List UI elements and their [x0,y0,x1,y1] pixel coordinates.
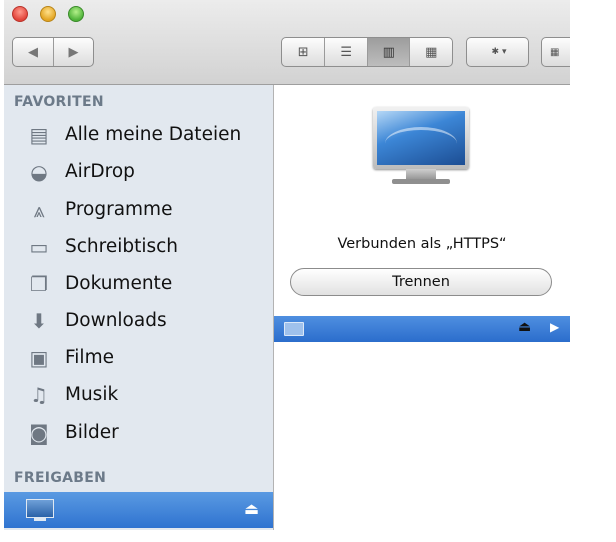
zoom-button[interactable] [68,6,84,22]
shared-folder-icon [284,322,304,336]
chevron-down-icon: ▾ [502,47,507,57]
sidebar-item-pictures[interactable]: ◙ Bilder [4,414,273,451]
server-icon [26,499,54,518]
close-button[interactable] [12,6,28,22]
movies-icon: ▣ [29,345,49,370]
action-menu-inner: ✱ ▾ [467,38,528,66]
list-view-button[interactable]: ☰ [324,38,367,66]
eject-icon[interactable]: ⏏ [518,319,531,335]
coverflow-view-icon: ▦ [425,44,438,60]
sidebar-item-airdrop[interactable]: ◒ AirDrop [4,153,273,190]
toolbar: ◀ ▶ ⊞ ☰ ▥ ▦ ✱ ▾ ▦ [4,0,570,85]
column-view-icon: ▥ [382,44,395,60]
monitor-screen [377,111,465,165]
disclosure-arrow-icon: ▶ [550,320,560,334]
pictures-icon: ◙ [29,420,49,445]
disconnect-button[interactable]: Trennen [290,268,552,296]
list-view-icon: ☰ [340,44,353,60]
arrange-button[interactable]: ▦ [541,37,570,67]
arrange-inner: ▦ [542,38,570,66]
all-files-icon: ▤ [29,122,49,147]
sidebar-item-label: Schreibtisch [65,236,179,257]
sidebar-item-desktop[interactable]: ▭ Schreibtisch [4,228,273,265]
sidebar-item-label: Dokumente [65,273,173,294]
monitor-base [392,179,450,184]
music-icon: ♫ [30,382,48,407]
desktop-icon: ▭ [29,234,49,259]
chevron-right-icon: ▶ [68,44,79,60]
selected-share-row[interactable]: ⏏ ▶ [274,316,570,342]
monitor-wallpaper [385,127,457,160]
sidebar-item-label: Downloads [65,310,167,331]
sidebar-item-label: Musik [65,384,119,405]
view-mode-group: ⊞ ☰ ▥ ▦ [281,37,453,67]
sidebar-item-label: Filme [65,347,114,368]
gear-icon: ✱ [491,47,499,57]
back-forward-group: ◀ ▶ [12,37,94,67]
shared-section-title: FREIGABEN [14,470,107,486]
sidebar-item-applications[interactable]: ⩓ Programme [4,191,273,228]
back-button[interactable]: ◀ [13,38,53,66]
column-pane: Verbunden als „HTTPS“ Trennen ⏏ ▶ [274,85,570,530]
column-view-button[interactable]: ▥ [366,38,410,66]
applications-icon: ⩓ [33,197,45,222]
arrange-icon: ▦ [550,46,560,58]
documents-icon: ❐ [30,271,48,296]
favorites-section-title: FAVORITEN [14,94,104,110]
sidebar-item-label: Programme [65,199,173,220]
sidebar-item-label: Alle meine Dateien [65,124,242,145]
icon-view-button[interactable]: ⊞ [282,38,324,66]
sidebar-item-movies[interactable]: ▣ Filme [4,339,273,376]
sidebar-item-label: Bilder [65,422,119,443]
chevron-left-icon: ◀ [28,44,38,60]
server-icon-stand [34,518,46,521]
monitor-icon [373,107,469,169]
sidebar-item-all-files[interactable]: ▤ Alle meine Dateien [4,116,273,153]
coverflow-view-button[interactable]: ▦ [409,38,452,66]
forward-button[interactable]: ▶ [53,38,93,66]
sidebar-item-downloads[interactable]: ⬇ Downloads [4,302,273,339]
sidebar-item-documents[interactable]: ❐ Dokumente [4,265,273,302]
connection-status: Verbunden als „HTTPS“ [337,236,507,252]
icon-view-icon: ⊞ [297,44,309,60]
airdrop-icon: ◒ [30,159,48,184]
sidebar-item-music[interactable]: ♫ Musik [4,376,273,413]
finder-window: ◀ ▶ ⊞ ☰ ▥ ▦ ✱ ▾ ▦ FAVORITEN ▤ Alle meine… [4,0,570,530]
eject-icon[interactable]: ⏏ [244,499,259,518]
sidebar: FAVORITEN ▤ Alle meine Dateien ◒ AirDrop… [4,85,274,530]
sidebar-item-label: AirDrop [65,161,135,182]
monitor-stand [406,169,436,179]
sidebar-item-shared-server[interactable]: ⏏ [4,492,273,528]
downloads-icon: ⬇ [30,308,48,333]
action-menu-button[interactable]: ✱ ▾ [466,37,529,67]
minimize-button[interactable] [40,6,56,22]
